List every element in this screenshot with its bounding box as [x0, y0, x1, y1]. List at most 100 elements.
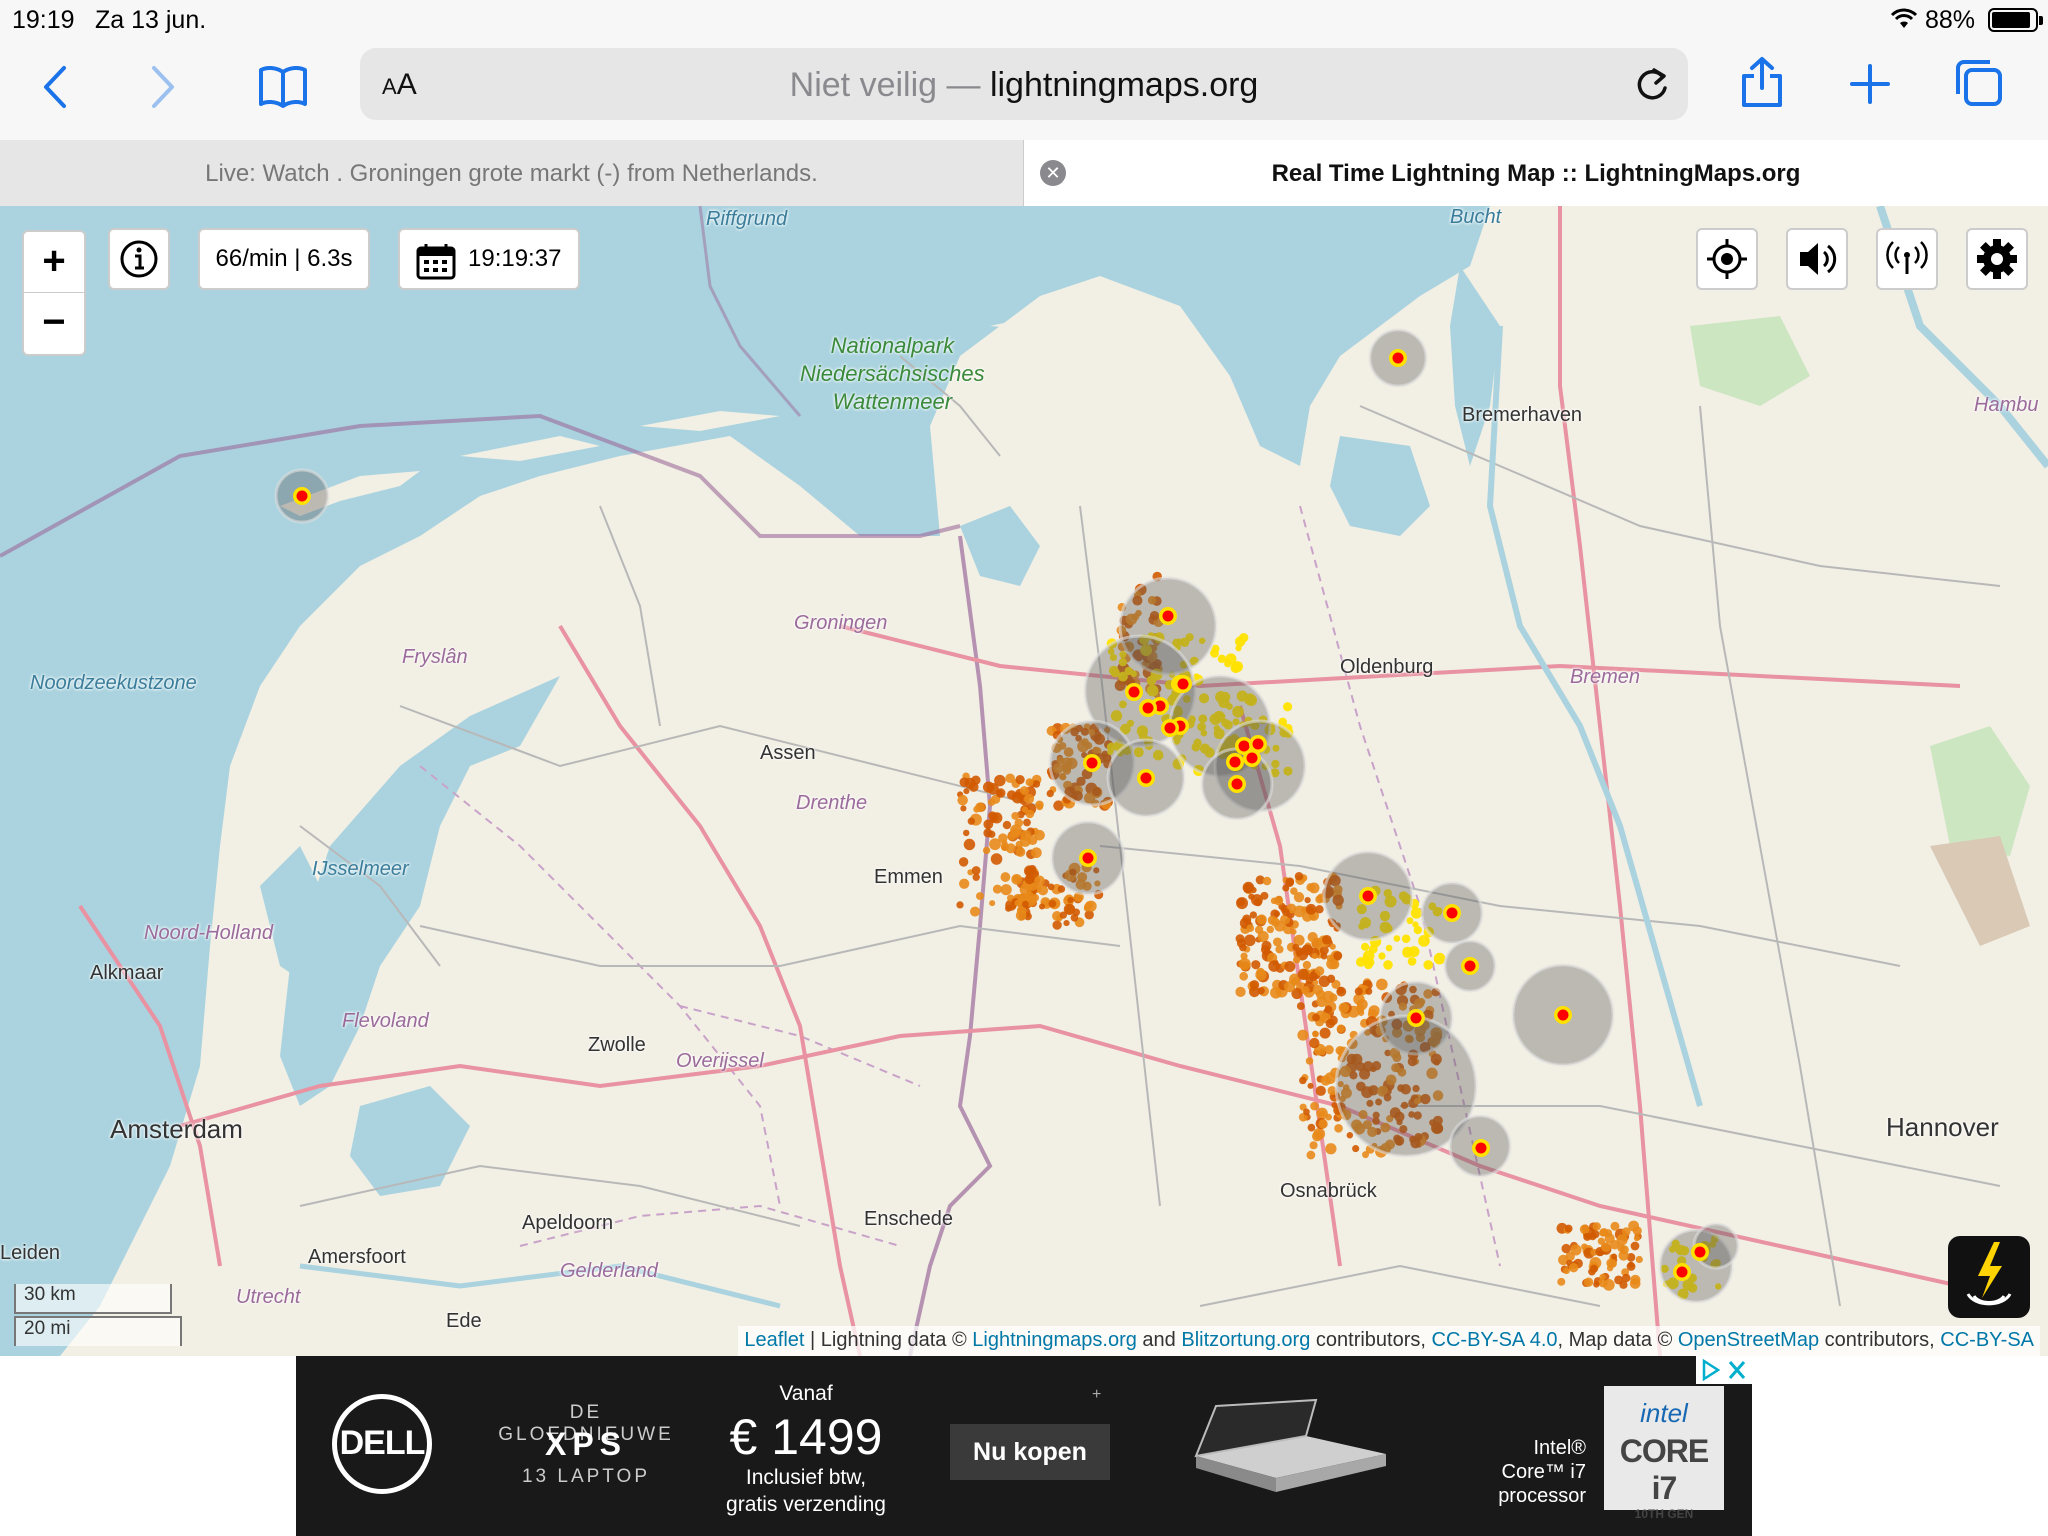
old-strike-dot [1316, 996, 1328, 1007]
bookmarks-icon[interactable] [258, 64, 308, 110]
old-strike-dot [982, 781, 995, 793]
old-strike-dot [1281, 908, 1290, 917]
lightningmaps-link[interactable]: Lightningmaps.org [972, 1329, 1137, 1351]
old-strike-dot [1312, 1131, 1323, 1142]
zoom-in-button[interactable]: + [24, 232, 84, 293]
new-tab-icon[interactable] [1850, 64, 1890, 104]
recent-strike-dot [1363, 950, 1375, 962]
gear-icon [1977, 239, 2017, 279]
buy-now-button[interactable]: Nu kopen [950, 1424, 1110, 1480]
recent-strike-dot [1423, 960, 1434, 970]
old-strike-dot [1273, 896, 1284, 906]
old-strike-dot [1266, 925, 1274, 934]
old-strike-dot [1261, 940, 1272, 951]
map-label-apeldoorn: Apeldoorn [522, 1212, 614, 1234]
screen: 19:19 Za 13 jun. 88% AA Niet veilig — li… [0, 0, 2048, 1536]
fresh-strike-core [296, 490, 308, 502]
recent-strike-dot [1234, 636, 1246, 647]
intel-core-badge: intel CORE i7 10TH GEN [1604, 1386, 1724, 1521]
tab-live-watch[interactable]: Live: Watch . Groningen grote markt (-) … [0, 140, 1024, 206]
map-label-osnabruck: Osnabrück [1280, 1180, 1377, 1202]
old-strike-dot [1046, 789, 1054, 798]
lightning-map[interactable]: Riffgrund Bucht Nationalpark Niedersächsi… [0, 206, 2048, 1356]
old-strike-dot [1238, 958, 1251, 970]
old-strike-dot [1034, 829, 1045, 841]
recent-strike-dot [1378, 952, 1386, 960]
fresh-strike-core [1694, 1246, 1706, 1258]
info-icon [120, 240, 158, 278]
attribution-text: and [1142, 1329, 1176, 1351]
openstreetmap-link[interactable]: OpenStreetMap [1678, 1329, 1819, 1351]
tab-title: Real Time Lightning Map :: LightningMaps… [1271, 160, 1801, 187]
old-strike-dot [1285, 878, 1294, 888]
recent-strike-dot [1217, 654, 1227, 664]
share-icon[interactable] [1740, 56, 1784, 108]
address-bar[interactable]: AA Niet veilig — lightningmaps.org [360, 48, 1688, 120]
url-text[interactable]: Niet veilig — lightningmaps.org [360, 66, 1688, 105]
fresh-strike-core [1140, 772, 1152, 784]
old-strike-dot [1635, 1255, 1643, 1264]
map-label-fryslan: Fryslân [402, 646, 468, 668]
old-strike-dot [1256, 967, 1265, 977]
old-strike-dot [1002, 820, 1012, 830]
old-strike-dot [1583, 1277, 1594, 1287]
zoom-out-button[interactable]: − [24, 293, 84, 354]
old-strike-dot [1312, 1030, 1319, 1038]
old-strike-dot [1032, 780, 1041, 788]
old-strike-dot [1015, 847, 1026, 857]
old-strike-dot [1627, 1261, 1635, 1268]
map-label-emmen: Emmen [874, 866, 943, 888]
map-label-bremen: Bremen [1570, 666, 1641, 688]
old-strike-dot [958, 857, 969, 867]
old-strike-dot [1307, 1123, 1316, 1132]
old-strike-dot [1012, 875, 1020, 883]
old-strike-dot [1070, 913, 1079, 922]
back-icon[interactable] [40, 64, 70, 110]
locate-button[interactable] [1696, 228, 1758, 290]
adchoices-icon [1702, 1358, 1746, 1382]
map-label-groningen: Groningen [794, 612, 888, 634]
old-strike-dot [1362, 1151, 1369, 1159]
info-button[interactable] [108, 228, 170, 290]
old-strike-dot [1262, 876, 1272, 886]
fresh-strike-core [1229, 756, 1241, 768]
time-control[interactable]: 19:19:37 [398, 228, 580, 290]
settings-button[interactable] [1966, 228, 2028, 290]
dell-xps-ad[interactable]: DELL DE GLOEDNIEUWE XPS 13 LAPTOP Vanaf … [296, 1356, 1752, 1536]
lightning-mode-button[interactable] [1948, 1236, 2030, 1318]
old-strike-dot [1015, 910, 1027, 921]
attribution-text: | Lightning data © [810, 1329, 967, 1351]
old-strike-dot [1564, 1224, 1573, 1233]
osm-license-link[interactable]: CC-BY-SA [1940, 1329, 2034, 1351]
leaflet-link[interactable]: Leaflet [744, 1329, 804, 1351]
chip-generation: 10TH GEN [1634, 1507, 1694, 1521]
old-strike-dot [1592, 1222, 1601, 1231]
license-link[interactable]: CC-BY-SA 4.0 [1432, 1329, 1558, 1351]
map-label-overijssel: Overijssel [676, 1050, 764, 1072]
map-label-drenthe: Drenthe [796, 792, 868, 814]
old-strike-dot [1557, 1277, 1566, 1286]
blitzortung-link[interactable]: Blitzortung.org [1181, 1329, 1310, 1351]
map-label-oldenburg: Oldenburg [1340, 656, 1434, 678]
old-strike-dot [1021, 900, 1029, 908]
old-strike-dot [1315, 905, 1324, 914]
sound-button[interactable] [1786, 228, 1848, 290]
old-strike-dot [1320, 952, 1328, 960]
old-strike-dot [963, 838, 976, 851]
tabs-overview-icon[interactable] [1954, 58, 2004, 108]
old-strike-dot [991, 812, 1003, 824]
old-strike-dot [1319, 1027, 1331, 1039]
old-strike-dot [1292, 956, 1301, 964]
tab-lightning-map[interactable]: ✕ Real Time Lightning Map :: LightningMa… [1024, 140, 2048, 206]
old-strike-dot [1284, 961, 1296, 972]
stations-button[interactable] [1876, 228, 1938, 290]
forward-icon[interactable] [148, 64, 178, 110]
ad-choices[interactable] [1696, 1356, 1752, 1384]
map-label-flevoland: Flevoland [342, 1010, 429, 1032]
old-strike-dot [1619, 1245, 1629, 1255]
reload-icon[interactable] [1634, 66, 1670, 104]
strike-rate-display: 66/min | 6.3s [198, 228, 370, 290]
lightning-strikes-layer [274, 328, 1740, 1304]
scale-mi: 20 mi [14, 1316, 182, 1346]
old-strike-dot [1290, 928, 1297, 935]
